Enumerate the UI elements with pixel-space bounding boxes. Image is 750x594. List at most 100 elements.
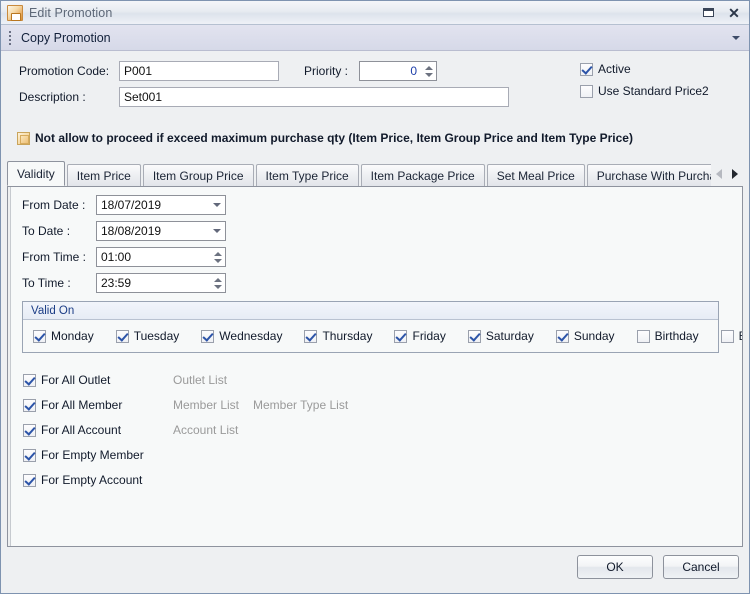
from-time-spin-arrows[interactable] xyxy=(210,252,225,263)
description-input[interactable]: Set001 xyxy=(119,87,509,107)
valid-on-days: Monday Tuesday Wednesday Thursday Friday xyxy=(23,320,718,352)
for-all-member-checkbox[interactable] xyxy=(23,399,36,412)
not-allow-exceed-checkbox-wrap[interactable]: Not allow to proceed if exceed maximum p… xyxy=(17,131,633,145)
valid-on-groupbox: Valid On Monday Tuesday Wednesday Thursd… xyxy=(22,301,719,353)
to-date-input[interactable]: 18/08/2019 xyxy=(96,221,226,241)
checkbox[interactable] xyxy=(468,330,481,343)
member-list-link[interactable]: Member List xyxy=(173,398,253,412)
tab-validity[interactable]: Validity xyxy=(7,161,65,186)
active-row[interactable]: Active xyxy=(580,62,631,76)
day-checkbox-friday[interactable]: Friday xyxy=(394,329,445,343)
tab-scroll-right-icon[interactable] xyxy=(732,169,738,179)
close-icon: ✕ xyxy=(728,6,740,20)
to-time-value: 23:59 xyxy=(101,276,210,290)
day-checkbox-birthday-month[interactable]: Birthday Month xyxy=(721,329,743,343)
spinner-down-icon[interactable] xyxy=(214,259,222,263)
for-empty-account-checkbox-wrap[interactable]: For Empty Account xyxy=(23,473,142,487)
use-standard-price2-checkbox[interactable] xyxy=(580,85,593,98)
checkbox[interactable] xyxy=(637,330,650,343)
tab-item-price[interactable]: Item Price xyxy=(67,164,141,186)
promotion-code-input[interactable]: P001 xyxy=(119,61,279,81)
tab-item-package-price[interactable]: Item Package Price xyxy=(361,164,485,186)
for-empty-member-checkbox-wrap[interactable]: For Empty Member xyxy=(23,448,144,462)
section-title: Copy Promotion xyxy=(21,31,729,45)
checkbox[interactable] xyxy=(33,330,46,343)
to-date-label: To Date : xyxy=(22,224,96,238)
priority-stepper[interactable]: 0 xyxy=(359,61,437,81)
active-checkbox-wrap[interactable]: Active xyxy=(580,62,631,76)
window-titlebar[interactable]: Edit Promotion ✕ xyxy=(1,1,749,25)
from-date-dropdown-icon[interactable] xyxy=(209,196,225,214)
not-allow-exceed-label: Not allow to proceed if exceed maximum p… xyxy=(35,131,633,145)
tab-set-meal-price[interactable]: Set Meal Price xyxy=(487,164,585,186)
for-all-outlet-checkbox[interactable] xyxy=(23,374,36,387)
spinner-up-icon[interactable] xyxy=(214,252,222,256)
description-label: Description : xyxy=(19,90,119,104)
active-label: Active xyxy=(598,62,631,76)
spinner-up-icon[interactable] xyxy=(425,66,433,70)
spinner-up-icon[interactable] xyxy=(214,278,222,282)
day-checkbox-thursday[interactable]: Thursday xyxy=(304,329,372,343)
day-checkbox-sunday[interactable]: Sunday xyxy=(556,329,615,343)
day-checkbox-saturday[interactable]: Saturday xyxy=(468,329,534,343)
for-all-member-checkbox-wrap[interactable]: For All Member xyxy=(23,398,173,412)
day-checkbox-wednesday[interactable]: Wednesday xyxy=(201,329,282,343)
spinner-down-icon[interactable] xyxy=(425,73,433,77)
day-checkbox-tuesday[interactable]: Tuesday xyxy=(116,329,180,343)
account-list-link[interactable]: Account List xyxy=(173,423,238,437)
for-all-outlet-checkbox-wrap[interactable]: For All Outlet xyxy=(23,373,173,387)
ok-button[interactable]: OK xyxy=(577,555,653,579)
use-standard-price2-row[interactable]: Use Standard Price2 xyxy=(580,84,709,98)
tab-item-group-price[interactable]: Item Group Price xyxy=(143,164,254,186)
drag-grip-icon xyxy=(5,29,15,47)
for-all-account-checkbox-wrap[interactable]: For All Account xyxy=(23,423,173,437)
promotion-code-row: Promotion Code: P001 xyxy=(19,61,279,81)
not-allow-exceed-row[interactable]: Not allow to proceed if exceed maximum p… xyxy=(17,131,633,145)
close-button[interactable]: ✕ xyxy=(721,3,747,23)
checkbox[interactable] xyxy=(116,330,129,343)
for-empty-member-checkbox[interactable] xyxy=(23,449,36,462)
priority-label: Priority : xyxy=(304,64,359,78)
checkbox[interactable] xyxy=(556,330,569,343)
checkbox[interactable] xyxy=(394,330,407,343)
chevron-down-icon[interactable] xyxy=(729,31,743,45)
day-checkbox-monday[interactable]: Monday xyxy=(33,329,94,343)
copy-promotion-header[interactable]: Copy Promotion xyxy=(1,25,749,51)
from-date-input[interactable]: 18/07/2019 xyxy=(96,195,226,215)
use-standard-price2-checkbox-wrap[interactable]: Use Standard Price2 xyxy=(580,84,709,98)
to-time-input[interactable]: 23:59 xyxy=(96,273,226,293)
to-date-row: To Date : 18/08/2019 xyxy=(22,221,226,241)
tab-scroll-buttons[interactable] xyxy=(711,164,743,186)
outlet-list-link[interactable]: Outlet List xyxy=(173,373,227,387)
tab-purchase-with-purchase[interactable]: Purchase With Purchase xyxy=(587,164,711,186)
to-time-row: To Time : 23:59 xyxy=(22,273,226,293)
checkbox[interactable] xyxy=(721,330,734,343)
use-standard-price2-label: Use Standard Price2 xyxy=(598,84,709,98)
cancel-button[interactable]: Cancel xyxy=(663,555,739,579)
active-checkbox[interactable] xyxy=(580,63,593,76)
to-time-label: To Time : xyxy=(22,276,96,290)
tab-item-type-price[interactable]: Item Type Price xyxy=(256,164,359,186)
day-checkbox-birthday[interactable]: Birthday xyxy=(637,329,699,343)
to-date-dropdown-icon[interactable] xyxy=(209,222,225,240)
checkbox[interactable] xyxy=(304,330,317,343)
for-empty-account-checkbox[interactable] xyxy=(23,474,36,487)
from-date-label: From Date : xyxy=(22,198,96,212)
not-allow-exceed-checkbox[interactable] xyxy=(17,132,30,145)
member-type-list-link[interactable]: Member Type List xyxy=(253,398,348,412)
tabstrip[interactable]: Validity Item Price Item Group Price Ite… xyxy=(7,160,743,186)
priority-spin-arrows[interactable] xyxy=(421,62,436,80)
to-time-spin-arrows[interactable] xyxy=(210,278,225,289)
priority-value[interactable]: 0 xyxy=(360,62,421,80)
tab-scroll-left-icon[interactable] xyxy=(716,169,722,179)
checkbox[interactable] xyxy=(201,330,214,343)
for-empty-account-label: For Empty Account xyxy=(41,473,142,487)
spinner-down-icon[interactable] xyxy=(214,285,222,289)
to-date-value: 18/08/2019 xyxy=(101,224,209,238)
for-all-account-checkbox[interactable] xyxy=(23,424,36,437)
promotion-app-icon xyxy=(7,5,23,21)
for-all-member-row: For All Member Member List Member Type L… xyxy=(23,398,348,412)
restore-button[interactable] xyxy=(695,3,721,23)
from-date-value: 18/07/2019 xyxy=(101,198,209,212)
from-time-input[interactable]: 01:00 xyxy=(96,247,226,267)
